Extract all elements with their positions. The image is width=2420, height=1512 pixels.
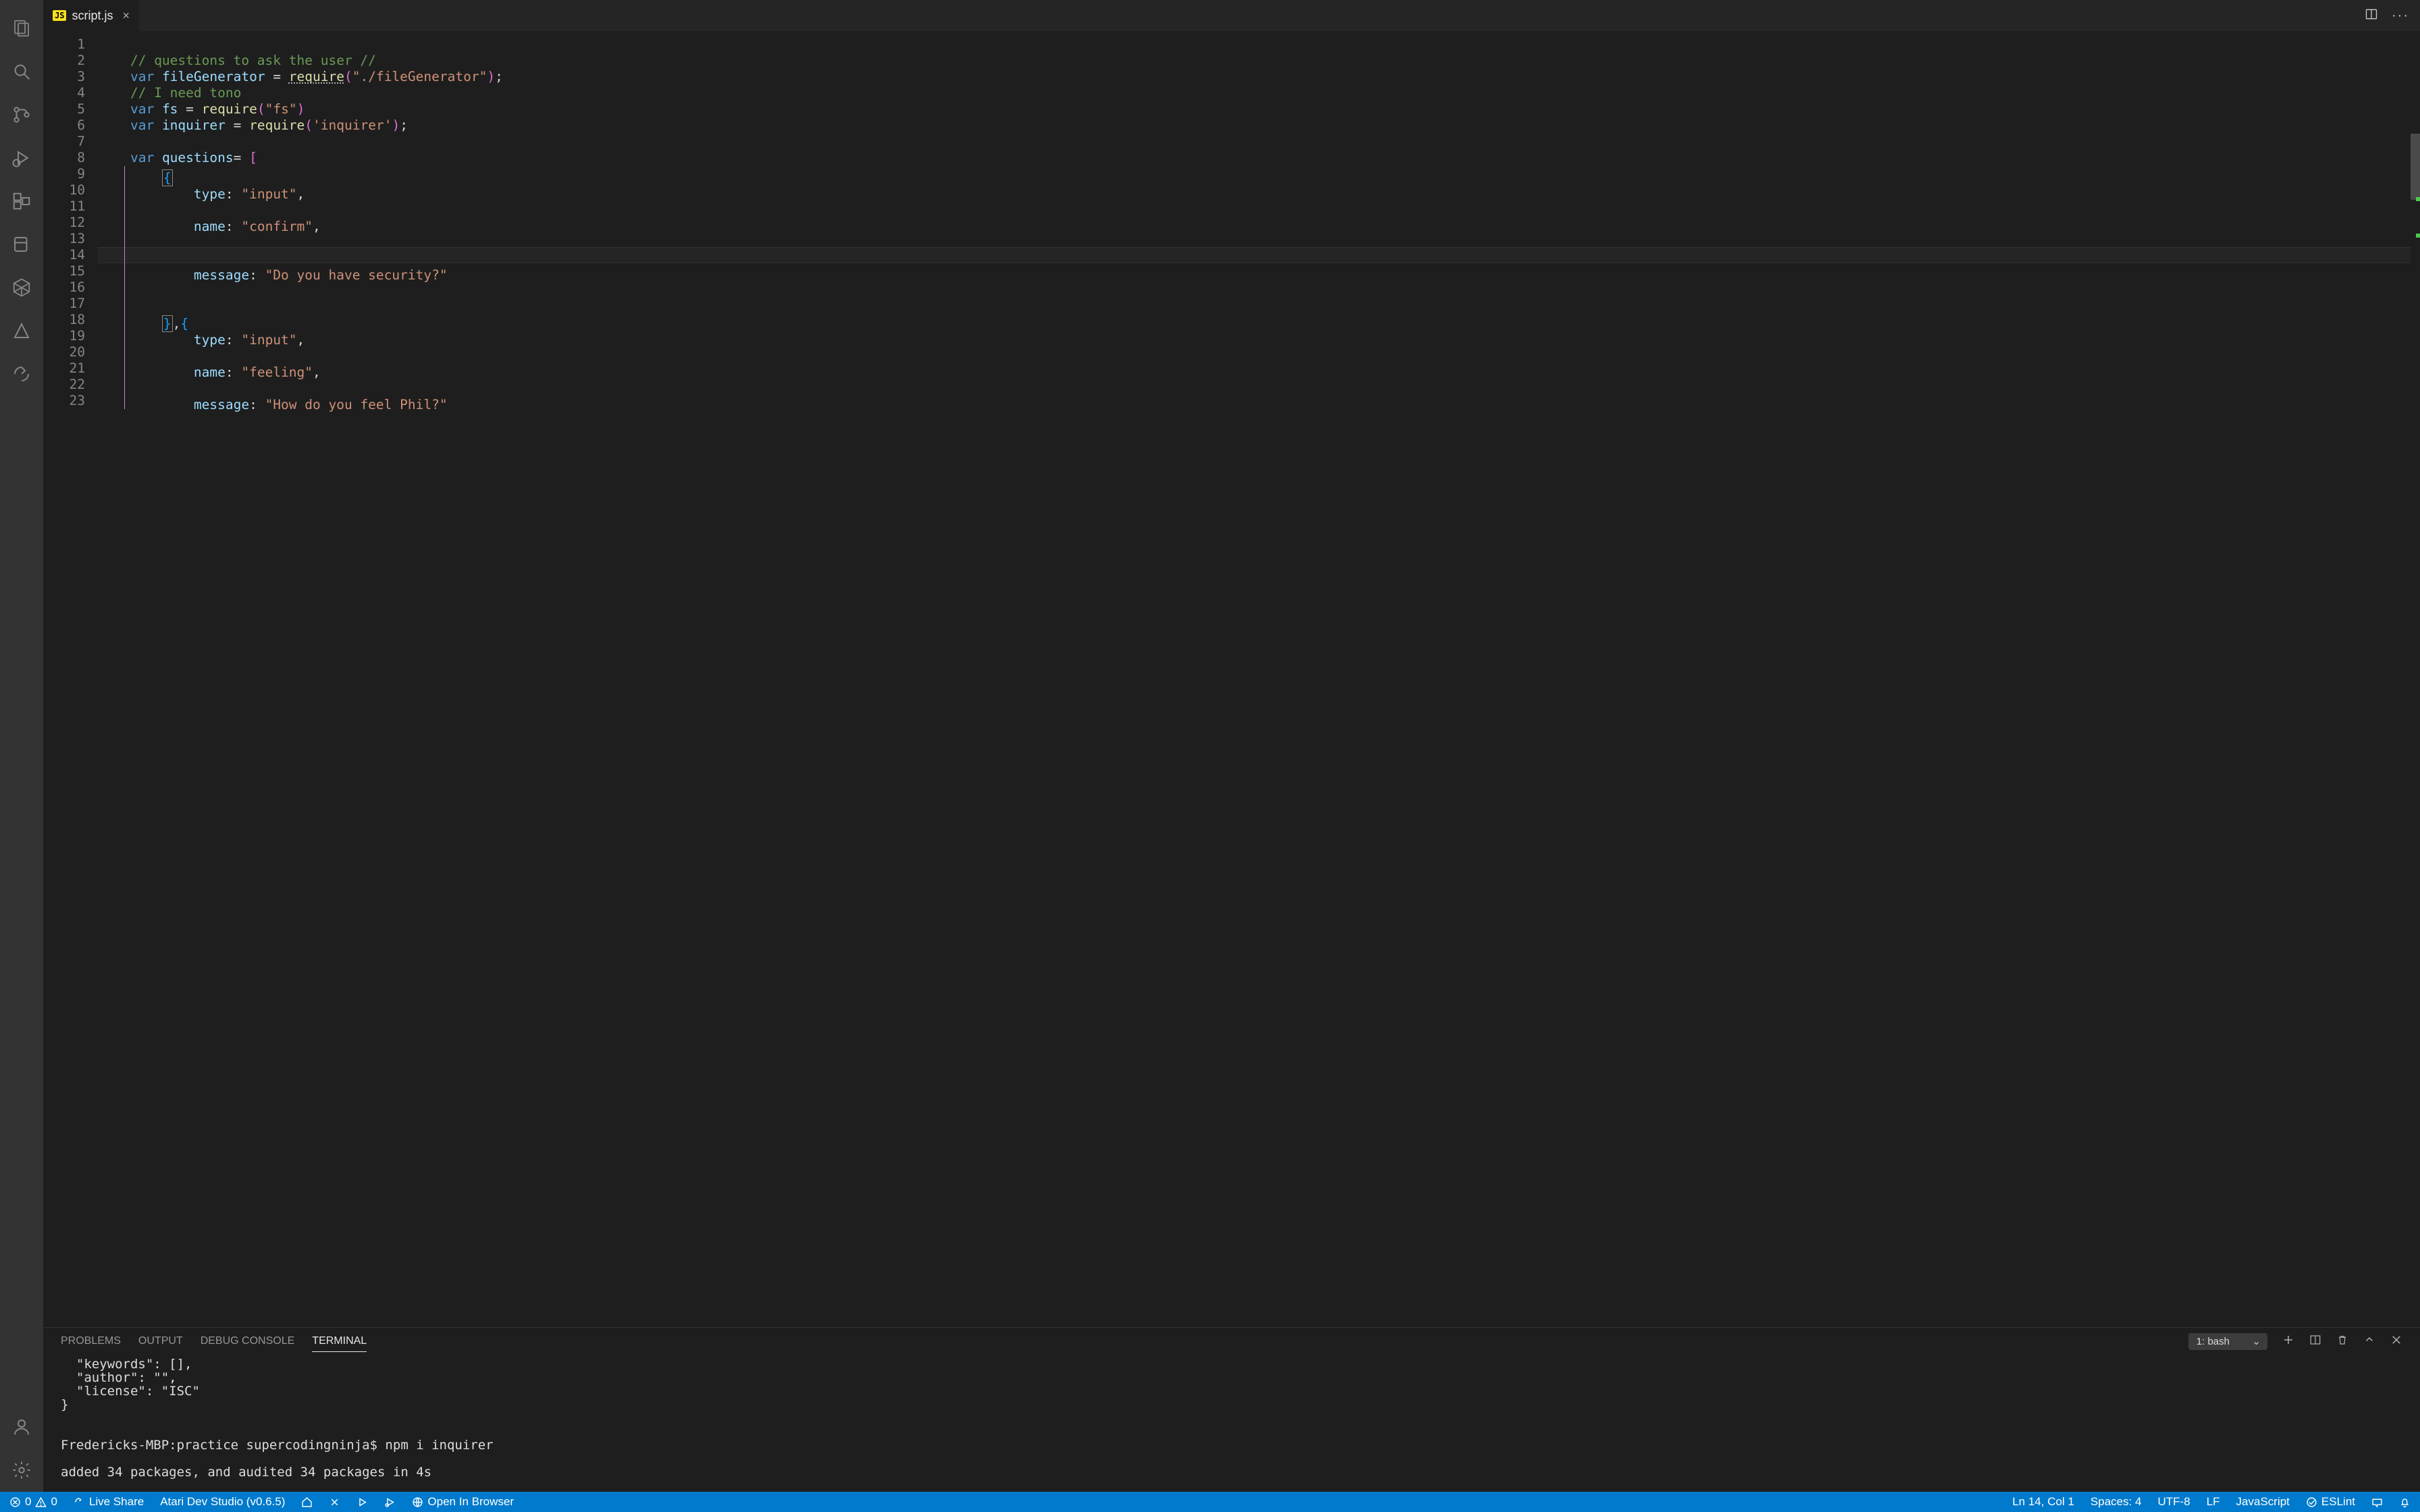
- status-live-share[interactable]: Live Share: [74, 1495, 144, 1509]
- status-errors[interactable]: 0 0: [9, 1495, 57, 1509]
- bottom-panel: PROBLEMS OUTPUT DEBUG CONSOLE TERMINAL 1…: [43, 1327, 2420, 1492]
- terminal-select[interactable]: 1: bash: [2188, 1333, 2267, 1350]
- js-file-icon: JS: [53, 10, 66, 21]
- source-control-icon[interactable]: [0, 93, 43, 136]
- split-terminal-icon[interactable]: [2309, 1334, 2321, 1349]
- status-tools-icon[interactable]: [329, 1496, 340, 1508]
- status-encoding[interactable]: UTF-8: [2158, 1495, 2190, 1509]
- panel-tab-terminal[interactable]: TERMINAL: [312, 1331, 367, 1352]
- live-share-icon[interactable]: [0, 352, 43, 396]
- tab-script-js[interactable]: JS script.js ×: [43, 0, 140, 31]
- status-debug-icon[interactable]: [384, 1496, 396, 1508]
- settings-gear-icon[interactable]: [0, 1449, 43, 1492]
- search-icon[interactable]: [0, 50, 43, 93]
- status-bell-icon[interactable]: [2399, 1496, 2411, 1508]
- more-actions-icon[interactable]: ···: [2392, 8, 2409, 24]
- accounts-icon[interactable]: [0, 1405, 43, 1449]
- status-eol[interactable]: LF: [2207, 1495, 2220, 1509]
- status-ln-col[interactable]: Ln 14, Col 1: [2012, 1495, 2074, 1509]
- minimap-scrollbar[interactable]: [2411, 31, 2420, 1327]
- kill-terminal-icon[interactable]: [2336, 1334, 2348, 1349]
- tab-filename: script.js: [72, 9, 113, 23]
- panel-tab-problems[interactable]: PROBLEMS: [61, 1331, 121, 1351]
- extensions-icon[interactable]: [0, 180, 43, 223]
- new-terminal-icon[interactable]: [2282, 1334, 2294, 1349]
- status-feedback-icon[interactable]: [2371, 1496, 2383, 1508]
- status-open-in-browser[interactable]: Open In Browser: [412, 1495, 514, 1509]
- status-language[interactable]: JavaScript: [2236, 1495, 2290, 1509]
- close-panel-icon[interactable]: [2390, 1334, 2402, 1349]
- activity-bar: [0, 0, 43, 1492]
- maximize-panel-icon[interactable]: [2363, 1334, 2375, 1349]
- d20-icon[interactable]: [0, 266, 43, 309]
- explorer-icon[interactable]: [0, 7, 43, 50]
- terminal-output[interactable]: "keywords": [], "author": "", "license":…: [43, 1355, 2420, 1492]
- status-run-icon[interactable]: [357, 1496, 368, 1508]
- azure-icon[interactable]: [0, 309, 43, 352]
- code-editor[interactable]: 1234567891011121314151617181920212223 //…: [43, 31, 2420, 1327]
- line-number-gutter: 1234567891011121314151617181920212223: [43, 31, 97, 1327]
- status-atari-dev-studio[interactable]: Atari Dev Studio (v0.6.5): [160, 1495, 285, 1509]
- run-debug-icon[interactable]: [0, 136, 43, 180]
- status-bar: 0 0 Live Share Atari Dev Studio (v0.6.5)…: [0, 1492, 2420, 1512]
- docker-icon[interactable]: [0, 223, 43, 266]
- status-home-icon[interactable]: [301, 1496, 313, 1508]
- status-eslint[interactable]: ESLint: [2306, 1495, 2355, 1509]
- editor-tabs: JS script.js × ···: [43, 0, 2420, 31]
- status-spaces[interactable]: Spaces: 4: [2090, 1495, 2142, 1509]
- panel-tab-debug-console[interactable]: DEBUG CONSOLE: [201, 1331, 295, 1351]
- split-editor-icon[interactable]: [2365, 7, 2378, 24]
- panel-tab-output[interactable]: OUTPUT: [138, 1331, 183, 1351]
- close-icon[interactable]: ×: [122, 9, 130, 23]
